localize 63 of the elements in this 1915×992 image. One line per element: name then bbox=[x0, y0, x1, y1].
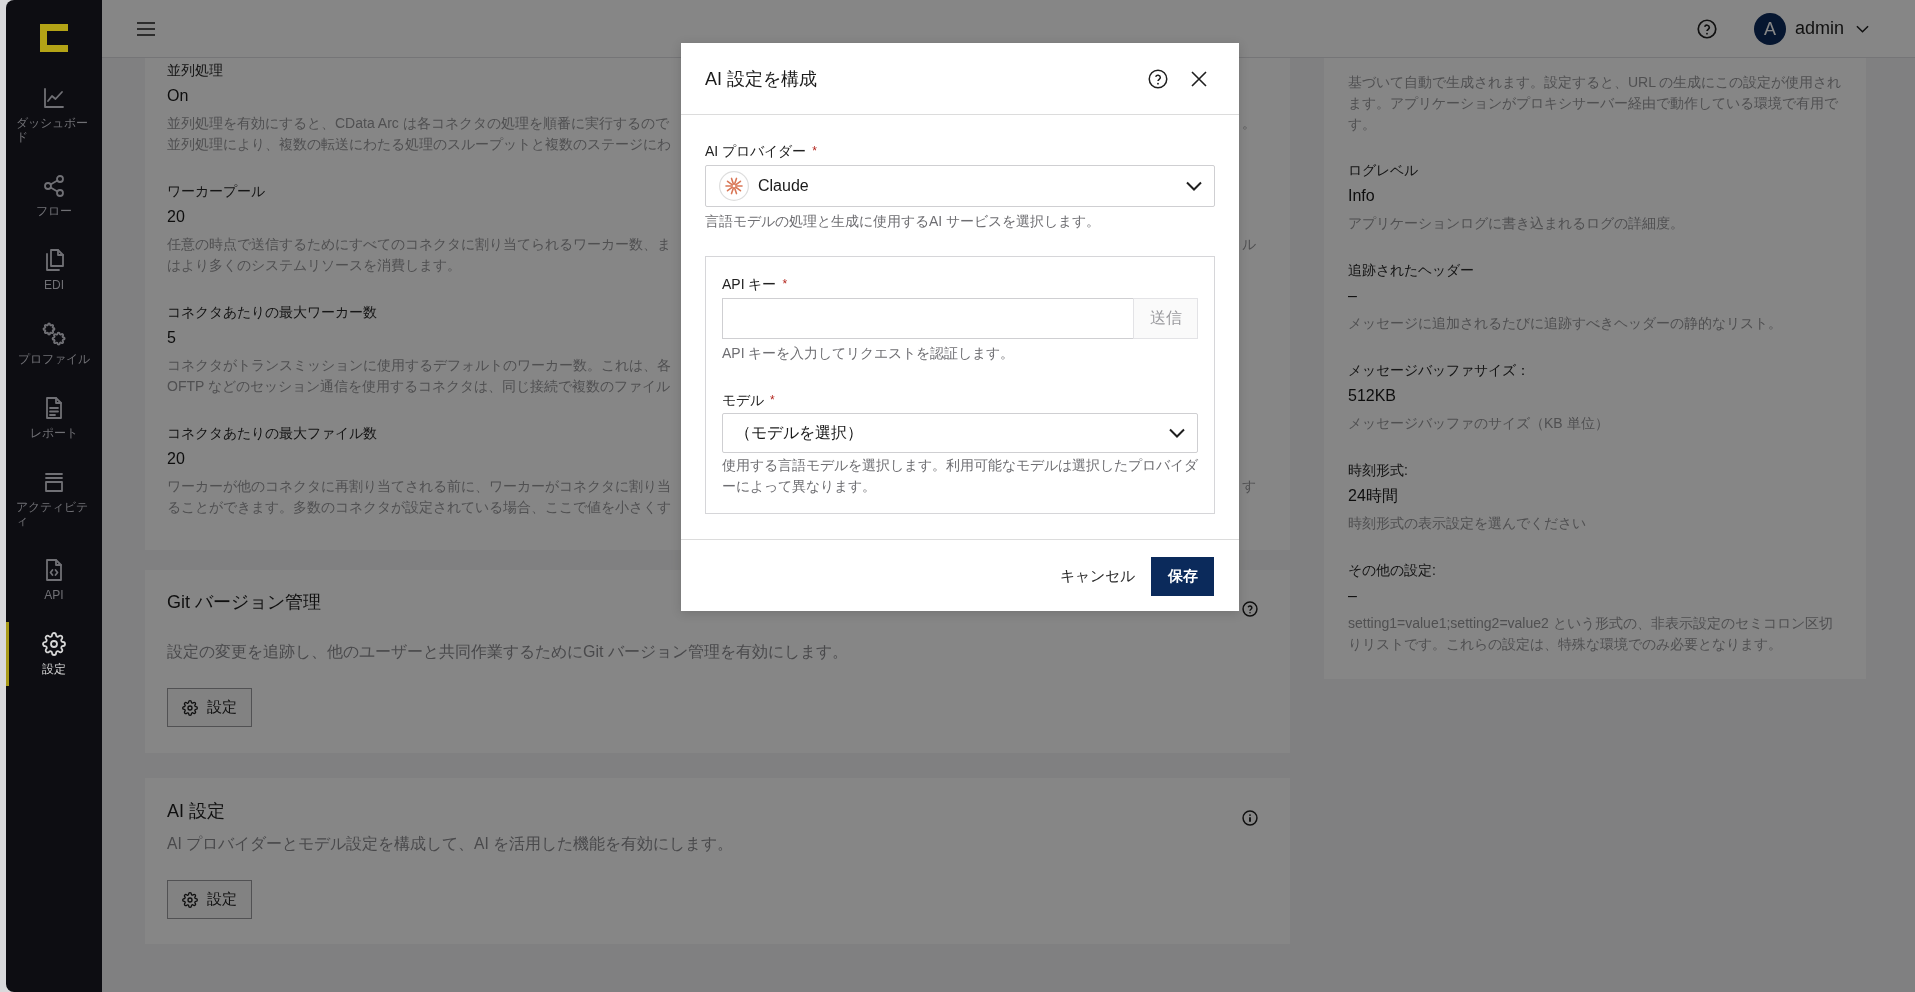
dialog-title: AI 設定を構成 bbox=[705, 67, 817, 91]
help-text: 使用する言語モデルを選択します。利用可能なモデルは選択したプロバイダ ーによって異なります。 bbox=[722, 456, 1198, 496]
help-icon[interactable] bbox=[1148, 68, 1168, 89]
setting-label: 追跡されたヘッダー bbox=[1348, 261, 1474, 280]
stacked-layers-icon bbox=[42, 470, 66, 494]
setting-value: – bbox=[1348, 286, 1357, 306]
help-text: 言語モデルの処理と生成に使用するAI サービスを選択します。 bbox=[705, 212, 1101, 231]
field-label: モデル * bbox=[722, 391, 775, 410]
sidebar-item[interactable]: フロー bbox=[6, 164, 102, 228]
section-title: Git バージョン管理 bbox=[167, 591, 321, 614]
section-title: AI 設定 bbox=[167, 800, 225, 823]
setting-label: コネクタあたりの最大ファイル数 bbox=[167, 424, 377, 443]
setting-label: メッセージバッファサイズ： bbox=[1348, 361, 1530, 380]
settings-button[interactable]: 設定 bbox=[167, 880, 252, 919]
save-button[interactable]: 保存 bbox=[1151, 557, 1214, 596]
help-text: API キーを入力してリクエストを認証します。 bbox=[722, 344, 1015, 363]
sidebar-item[interactable]: ダッシュボード bbox=[6, 76, 102, 154]
setting-value: – bbox=[1348, 586, 1357, 606]
setting-value: 5 bbox=[167, 328, 176, 348]
cancel-button[interactable]: キャンセル bbox=[1048, 557, 1147, 596]
sidebar-item[interactable]: 設定 bbox=[6, 622, 102, 686]
user-avatar: A bbox=[1753, 12, 1786, 45]
setting-label: 並列処理 bbox=[167, 61, 223, 80]
chevron-down-icon bbox=[1186, 181, 1202, 191]
field-label: AI プロバイダー * bbox=[705, 142, 817, 161]
sidebar-item[interactable]: API bbox=[6, 548, 102, 612]
field-label: API キー * bbox=[722, 275, 788, 294]
settings-icon bbox=[182, 891, 198, 908]
setting-label: 時刻形式: bbox=[1348, 461, 1408, 480]
settings-icon bbox=[182, 699, 198, 716]
share-icon bbox=[42, 174, 66, 198]
sidebar-item[interactable]: アクティビティ bbox=[6, 460, 102, 538]
logo-icon[interactable] bbox=[40, 24, 68, 52]
user-menu-button[interactable]: admin bbox=[1794, 18, 1869, 39]
setting-value: 24時間 bbox=[1348, 486, 1398, 506]
menu-icon[interactable] bbox=[137, 21, 155, 36]
setting-label: その他の設定: bbox=[1348, 561, 1436, 580]
settings-button[interactable]: 設定 bbox=[167, 688, 252, 727]
sidebar-item[interactable]: プロファイル bbox=[6, 312, 102, 376]
chevron-down-icon bbox=[1856, 24, 1869, 33]
setting-value: 20 bbox=[167, 449, 185, 469]
api-key-field[interactable] bbox=[722, 298, 1133, 339]
setting-label: コネクタあたりの最大ワーカー数 bbox=[167, 303, 377, 322]
close-icon[interactable] bbox=[1191, 70, 1207, 87]
setting-label: ログレベル bbox=[1348, 161, 1418, 180]
section-description: 設定の変更を追跡し、他のユーザーと共同作業するためにGit バージョン管理を有効にします。 bbox=[167, 642, 848, 662]
chevron-down-icon bbox=[1169, 428, 1185, 438]
model-select[interactable]: （モデルを選択） bbox=[722, 413, 1198, 453]
setting-value: 20 bbox=[167, 207, 185, 227]
gears-icon bbox=[42, 322, 66, 346]
setting-value: On bbox=[167, 86, 189, 106]
setting-value: Info bbox=[1348, 186, 1375, 206]
setting-label: ワーカープール bbox=[167, 182, 265, 201]
sidebar-item[interactable]: レポート bbox=[6, 386, 102, 450]
description-fragment: 。 bbox=[1242, 114, 1256, 133]
setting-value: 512KB bbox=[1348, 386, 1397, 406]
section-description: AI プロバイダーとモデル設定を構成して、AI を活用した機能を有効にします。 bbox=[167, 834, 734, 854]
settings-icon bbox=[42, 632, 66, 656]
line-chart-icon bbox=[42, 86, 66, 110]
provider-select[interactable]: Claude bbox=[705, 165, 1215, 207]
info-icon[interactable] bbox=[1242, 810, 1258, 826]
starburst-icon bbox=[719, 171, 749, 201]
sidebar-item[interactable]: EDI bbox=[6, 238, 102, 302]
